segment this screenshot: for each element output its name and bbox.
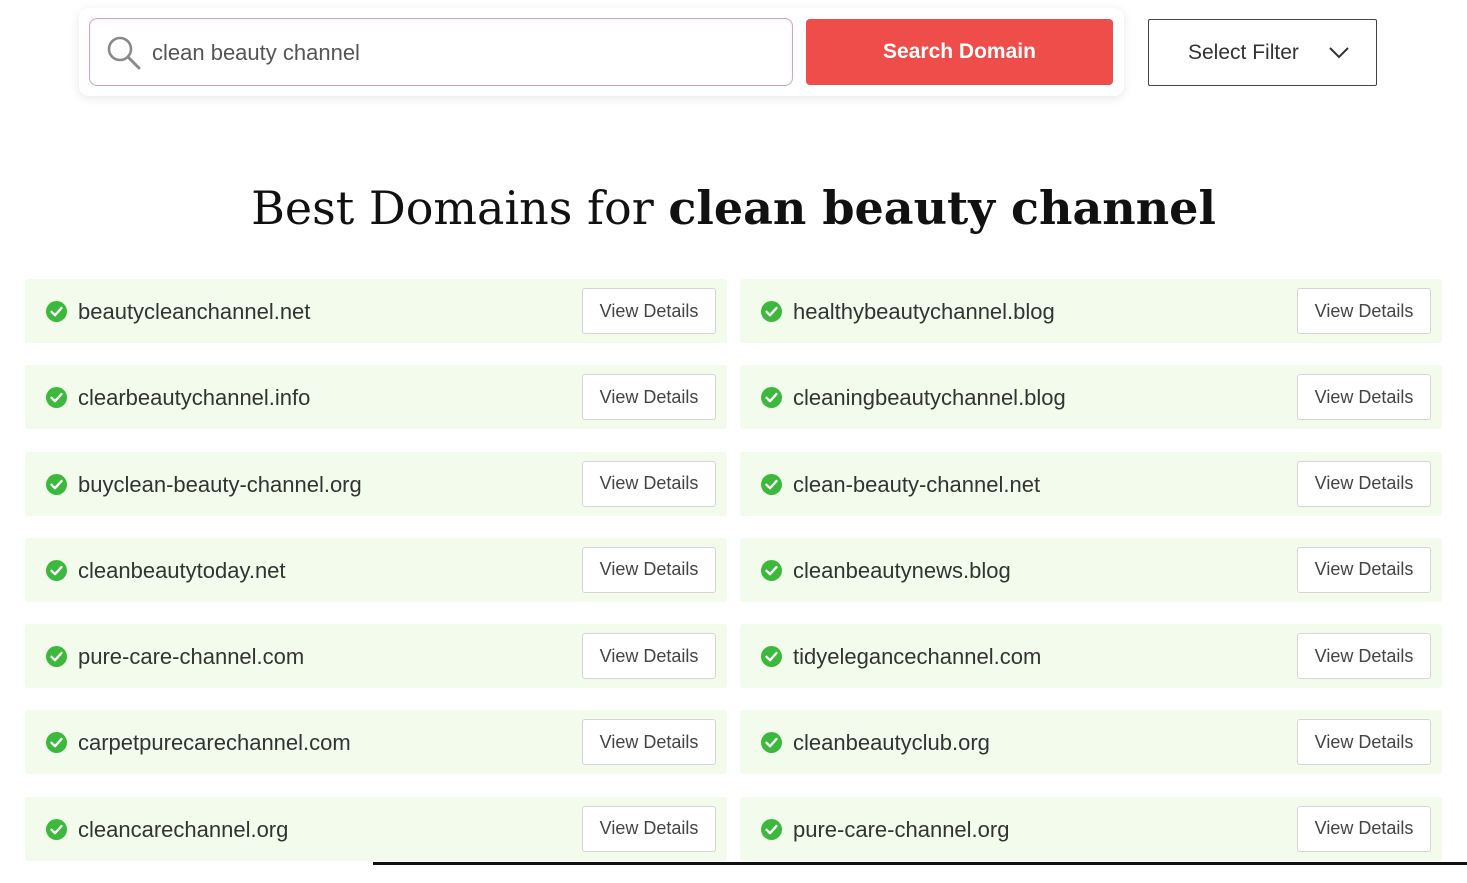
search-input[interactable]	[150, 33, 770, 73]
search-icon	[107, 36, 141, 70]
domain-result-row: clearbeautychannel.info View Details	[25, 365, 727, 430]
view-details-button[interactable]: View Details	[1297, 805, 1431, 852]
domain-name: cleaningbeautychannel.blog	[793, 385, 1066, 411]
domain-result-row: cleaningbeautychannel.blog View Details	[740, 365, 1442, 430]
check-circle-icon	[761, 818, 782, 840]
view-details-button[interactable]: View Details	[1297, 288, 1431, 334]
domain-result-row: carpetpurecarechannel.com View Details	[25, 710, 727, 775]
select-filter-dropdown[interactable]: Select Filter	[1148, 19, 1377, 86]
domain-name: pure-care-channel.org	[793, 816, 1010, 842]
domain-result-row: buyclean-beauty-channel.org View Details	[25, 451, 727, 516]
view-details-button[interactable]: View Details	[1297, 633, 1431, 680]
check-circle-icon	[761, 732, 782, 754]
view-details-button[interactable]: View Details	[1297, 719, 1431, 766]
check-circle-icon	[761, 387, 782, 409]
domain-result-row: cleancarechannel.org View Details	[25, 796, 727, 861]
domain-result-row: pure-care-channel.com View Details	[25, 624, 727, 689]
view-details-button[interactable]: View Details	[582, 719, 716, 766]
search-domain-button[interactable]: Search Domain	[806, 19, 1113, 85]
view-details-button[interactable]: View Details	[1297, 374, 1431, 421]
check-circle-icon	[46, 387, 67, 409]
domain-result-row: clean-beauty-channel.net View Details	[740, 451, 1442, 516]
domain-name: clearbeautychannel.info	[78, 385, 311, 411]
domain-result-row: cleanbeautyclub.org View Details	[740, 710, 1442, 775]
page-title-prefix: Best Domains for	[251, 181, 669, 235]
view-details-button[interactable]: View Details	[582, 805, 716, 852]
domain-result-row: cleanbeautynews.blog View Details	[740, 537, 1442, 602]
view-details-button[interactable]: View Details	[582, 374, 716, 421]
domain-name: carpetpurecarechannel.com	[78, 730, 351, 756]
check-circle-icon	[46, 732, 67, 754]
check-circle-icon	[46, 818, 67, 840]
check-circle-icon	[46, 559, 67, 581]
check-circle-icon	[761, 646, 782, 668]
domain-name: healthybeautychannel.blog	[793, 299, 1055, 324]
domain-name: clean-beauty-channel.net	[793, 471, 1041, 497]
check-circle-icon	[761, 559, 782, 581]
page-title-keyword: clean beauty channel	[668, 181, 1216, 235]
page-title: Best Domains for clean beauty channel	[0, 178, 1467, 238]
search-box[interactable]	[89, 18, 793, 86]
domain-results-left-column: beautycleanchannel.net View Details clearb…	[25, 279, 727, 883]
chevron-down-icon	[1329, 47, 1349, 59]
domain-name: cleanbeautytoday.net	[78, 557, 286, 583]
check-circle-icon	[761, 473, 782, 495]
view-details-button[interactable]: View Details	[582, 288, 716, 334]
view-details-button[interactable]: View Details	[582, 546, 716, 593]
view-details-button[interactable]: View Details	[582, 633, 716, 680]
domain-name: cleancarechannel.org	[78, 816, 289, 842]
check-circle-icon	[761, 301, 782, 322]
domain-name: pure-care-channel.com	[78, 644, 305, 670]
view-details-button[interactable]: View Details	[1297, 460, 1431, 507]
check-circle-icon	[46, 301, 67, 322]
check-circle-icon	[46, 646, 67, 668]
domain-results-right-column: healthybeautychannel.blog View Details cle…	[740, 279, 1442, 883]
select-filter-label: Select Filter	[1188, 41, 1299, 64]
domain-result-row: cleanbeautytoday.net View Details	[25, 537, 727, 602]
domain-name: tidyelegancechannel.com	[793, 644, 1042, 670]
domain-name: cleanbeautyclub.org	[793, 730, 990, 756]
domain-result-row: pure-care-channel.org View Details	[740, 796, 1442, 861]
domain-result-row: beautycleanchannel.net View Details	[25, 279, 727, 343]
domain-name: beautycleanchannel.net	[78, 299, 311, 324]
domain-result-row: tidyelegancechannel.com View Details	[740, 624, 1442, 689]
domain-name: cleanbeautynews.blog	[793, 557, 1011, 583]
domain-name: buyclean-beauty-channel.org	[78, 471, 362, 497]
search-panel: Search Domain	[79, 8, 1124, 96]
domain-result-row: healthybeautychannel.blog View Details	[740, 279, 1442, 343]
view-details-button[interactable]: View Details	[1297, 546, 1431, 593]
check-circle-icon	[46, 473, 67, 495]
view-details-button[interactable]: View Details	[582, 460, 716, 507]
